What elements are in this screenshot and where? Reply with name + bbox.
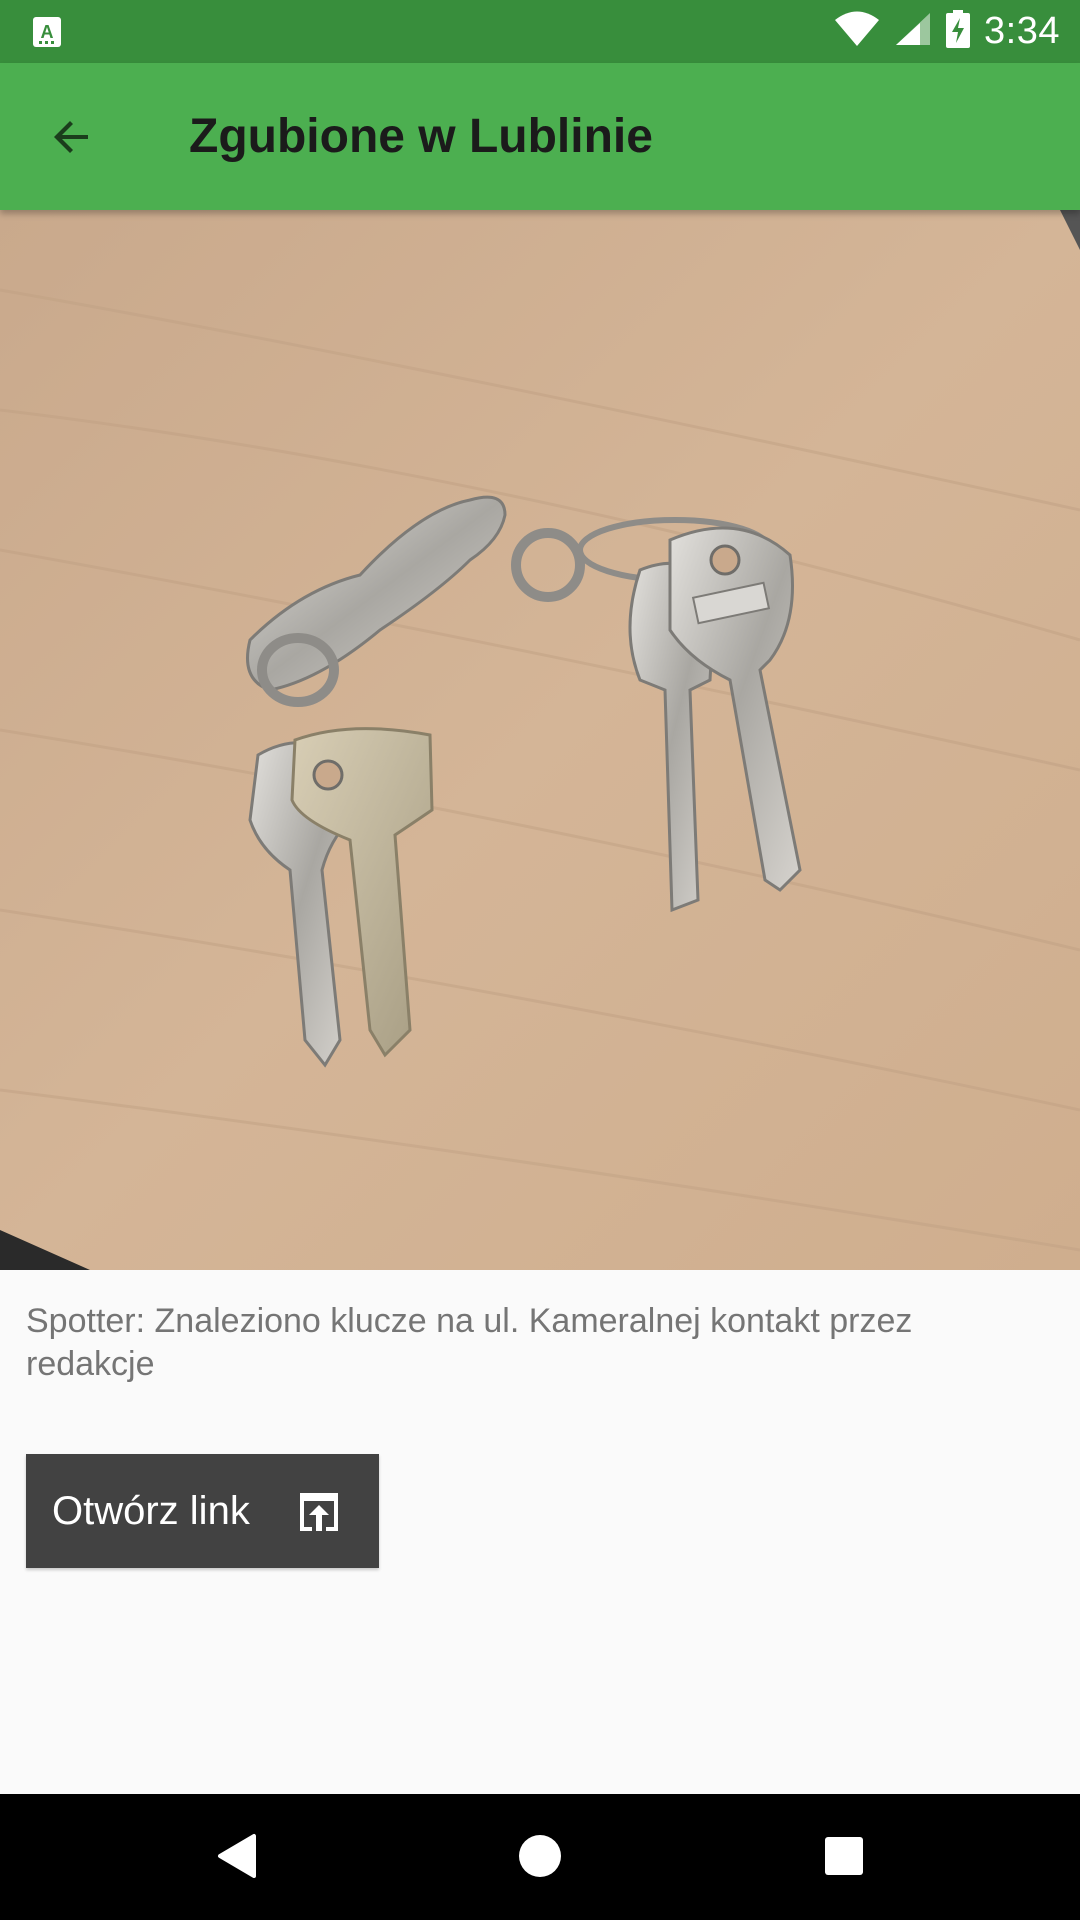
- keys-photo: [0, 210, 1080, 1270]
- recents-square-icon: [824, 1836, 864, 1881]
- app-bar: Zgubione w Lublinie: [0, 63, 1080, 210]
- home-circle-icon: [518, 1834, 562, 1883]
- back-triangle-icon: [214, 1832, 258, 1885]
- svg-text:A: A: [41, 22, 54, 42]
- navigation-bar: [0, 1794, 1080, 1920]
- status-icons: 3:34: [834, 0, 1060, 63]
- page-title: Zgubione w Lublinie: [189, 110, 653, 163]
- nav-recents-button[interactable]: [804, 1818, 884, 1898]
- back-button[interactable]: [32, 99, 112, 179]
- open-link-button[interactable]: Otwórz link: [26, 1454, 379, 1568]
- item-description: Spotter: Znaleziono klucze na ul. Kamera…: [26, 1302, 913, 1383]
- open-link-label: Otwórz link: [52, 1488, 250, 1533]
- keyboard-a-icon: A: [32, 16, 62, 48]
- open-in-browser-icon: [294, 1487, 344, 1537]
- nav-back-button[interactable]: [196, 1818, 276, 1898]
- status-time: 3:34: [984, 10, 1060, 52]
- signal-icon: [894, 11, 932, 52]
- status-bar: A 3:34: [0, 0, 1080, 63]
- wifi-icon: [834, 11, 880, 52]
- battery-charging-icon: [946, 10, 971, 53]
- arrow-back-icon: [48, 113, 96, 166]
- nav-home-button[interactable]: [500, 1818, 580, 1898]
